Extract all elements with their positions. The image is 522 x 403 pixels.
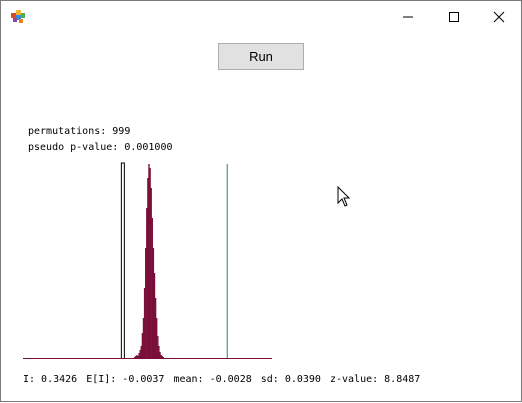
- stat-sd: sd: 0.0390: [260, 374, 321, 385]
- mean-marker: [120, 162, 125, 358]
- stat-expected-i: E[I]: -0.0037: [86, 374, 165, 385]
- statistics-row: I: 0.3426 E[I]: -0.0037 mean: -0.0028 sd: 0…: [23, 374, 429, 385]
- app-window: Run permutations: 999 pseudo p-value: 0.…: [0, 0, 522, 402]
- histogram-plot: [23, 162, 272, 359]
- mouse-cursor-icon: [337, 186, 351, 207]
- stat-mean: mean: -0.0028: [173, 374, 252, 385]
- histogram-bar: [162, 357, 164, 358]
- stat-z-value: z-value: 8.8487: [329, 374, 421, 385]
- stat-i: I: 0.3426: [23, 374, 78, 385]
